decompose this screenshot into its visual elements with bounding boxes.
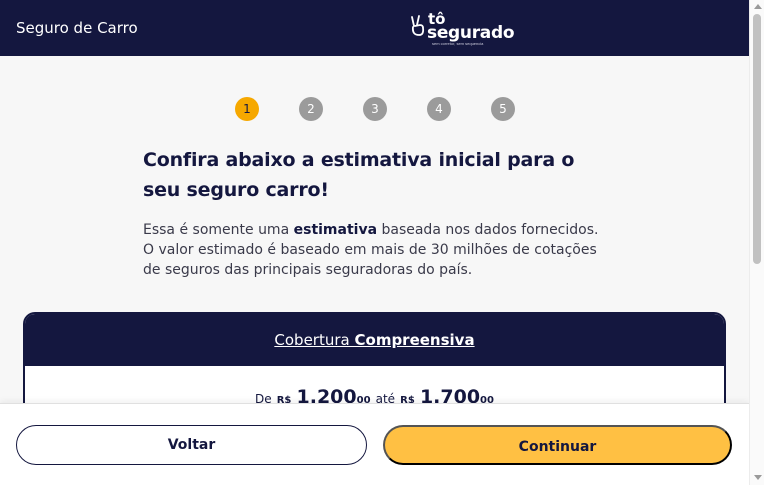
step-4: 4 [427, 97, 451, 121]
estimate-heading: Confira abaixo a estimativa inicial para… [143, 149, 575, 201]
logo-tagline: sem corretor, sem sequencia [432, 41, 484, 46]
coverage-title-prefix: Cobertura [274, 331, 355, 349]
coverage-title[interactable]: Cobertura Compreensiva [274, 331, 474, 349]
step-indicator: 1 2 3 4 5 [235, 97, 515, 121]
scroll-up-arrow-icon[interactable] [754, 4, 762, 9]
back-button[interactable]: Voltar [16, 425, 367, 465]
top-header: Seguro de Carro tô segurado sem corretor… [0, 0, 749, 56]
peace-hand-icon [410, 15, 428, 39]
scrollbar-thumb[interactable] [753, 14, 761, 264]
step-1: 1 [235, 97, 259, 121]
step-3: 3 [363, 97, 387, 121]
brand-logo[interactable]: tô segurado sem corretor, sem sequencia [410, 12, 520, 46]
desc-text-bold: estimativa [293, 222, 378, 238]
step-5: 5 [491, 97, 515, 121]
step-2: 2 [299, 97, 323, 121]
logo-word-segurado: segurado [427, 23, 515, 43]
action-footer: Voltar Continuar [0, 403, 749, 485]
vertical-scrollbar[interactable] [749, 0, 764, 485]
estimate-description: Essa é somente uma estimativa baseada no… [143, 220, 613, 280]
coverage-card-header[interactable]: Cobertura Compreensiva [25, 314, 724, 366]
continue-button[interactable]: Continuar [383, 425, 732, 465]
page-title: Seguro de Carro [16, 19, 138, 37]
scroll-down-arrow-icon[interactable] [754, 475, 762, 480]
coverage-title-name: Compreensiva [354, 331, 475, 349]
desc-text-start: Essa é somente uma [143, 222, 294, 238]
